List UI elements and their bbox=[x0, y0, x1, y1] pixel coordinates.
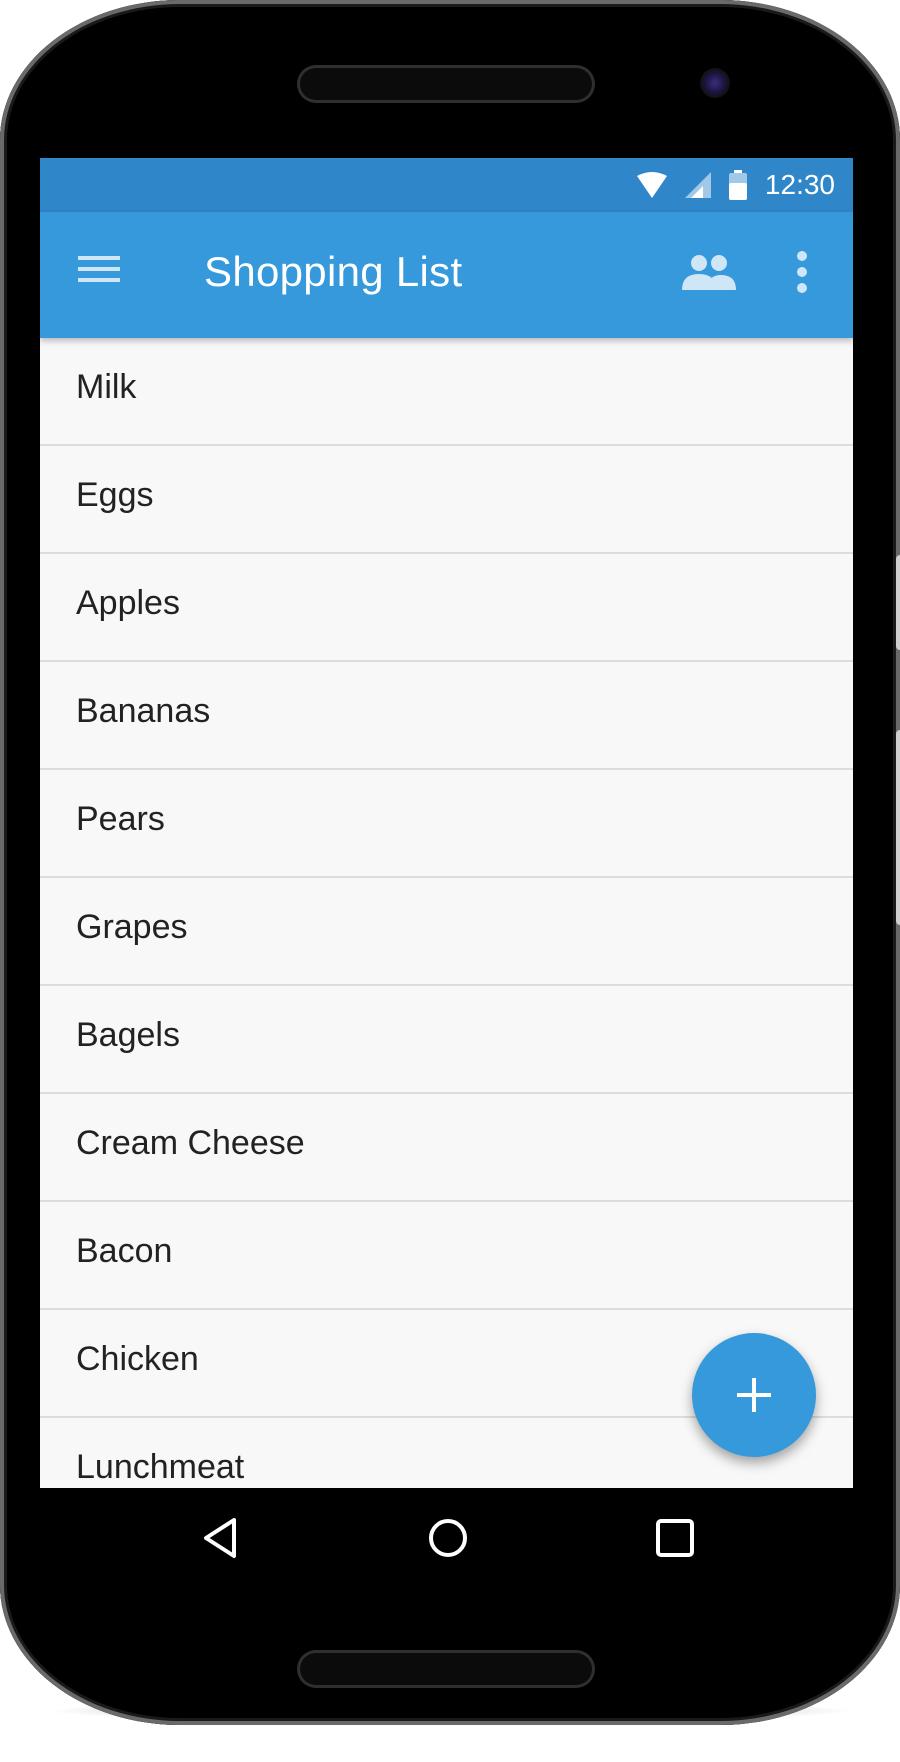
plus-icon bbox=[737, 1378, 771, 1412]
more-vertical-icon[interactable] bbox=[796, 250, 808, 294]
list-item-label: Eggs bbox=[76, 475, 154, 514]
side-button-lower bbox=[896, 730, 900, 925]
list-item[interactable]: Pears bbox=[40, 770, 853, 878]
list-item-label: Pears bbox=[76, 799, 165, 838]
device-stage: 12:30 Shopping List Milk Eggs Apples Ban… bbox=[0, 0, 900, 1762]
bottom-speaker bbox=[300, 1653, 592, 1685]
screen: 12:30 Shopping List Milk Eggs Apples Ban… bbox=[40, 158, 853, 1601]
list-item[interactable]: Grapes bbox=[40, 878, 853, 986]
page-title: Shopping List bbox=[204, 248, 463, 295]
list-item-label: Chicken bbox=[76, 1339, 199, 1378]
list-item-label: Milk bbox=[76, 367, 137, 406]
list-item[interactable]: Cream Cheese bbox=[40, 1094, 853, 1202]
list-item[interactable]: Milk bbox=[40, 338, 853, 446]
list-item[interactable]: Apples bbox=[40, 554, 853, 662]
recents-icon[interactable] bbox=[653, 1516, 697, 1565]
menu-icon[interactable] bbox=[78, 254, 120, 284]
top-speaker bbox=[300, 68, 592, 100]
list-item[interactable]: Bananas bbox=[40, 662, 853, 770]
add-item-button[interactable] bbox=[692, 1333, 816, 1457]
people-icon[interactable] bbox=[682, 254, 736, 290]
navigation-bar bbox=[40, 1488, 853, 1601]
side-button-upper bbox=[896, 555, 900, 650]
wifi-icon bbox=[636, 172, 667, 198]
status-bar: 12:30 bbox=[40, 158, 853, 212]
list-item-label: Lunchmeat bbox=[76, 1447, 245, 1486]
phone-frame: 12:30 Shopping List Milk Eggs Apples Ban… bbox=[0, 0, 900, 1725]
list-item-label: Bananas bbox=[76, 691, 211, 730]
list-item[interactable]: Eggs bbox=[40, 446, 853, 554]
status-icons: 12:30 bbox=[636, 158, 835, 212]
app-bar: Shopping List bbox=[40, 212, 853, 338]
list-item-label: Apples bbox=[76, 583, 180, 622]
list-item[interactable]: Bacon bbox=[40, 1202, 853, 1310]
list-item-label: Cream Cheese bbox=[76, 1123, 305, 1162]
list-item[interactable]: Bagels bbox=[40, 986, 853, 1094]
status-time: 12:30 bbox=[764, 169, 835, 200]
list-item-label: Grapes bbox=[76, 907, 188, 946]
list-item-label: Bacon bbox=[76, 1231, 173, 1270]
front-camera bbox=[700, 68, 730, 98]
signal-icon bbox=[684, 172, 711, 198]
list-item-label: Bagels bbox=[76, 1015, 180, 1054]
home-icon[interactable] bbox=[426, 1516, 470, 1565]
battery-icon bbox=[728, 170, 747, 200]
back-icon[interactable] bbox=[200, 1516, 240, 1565]
